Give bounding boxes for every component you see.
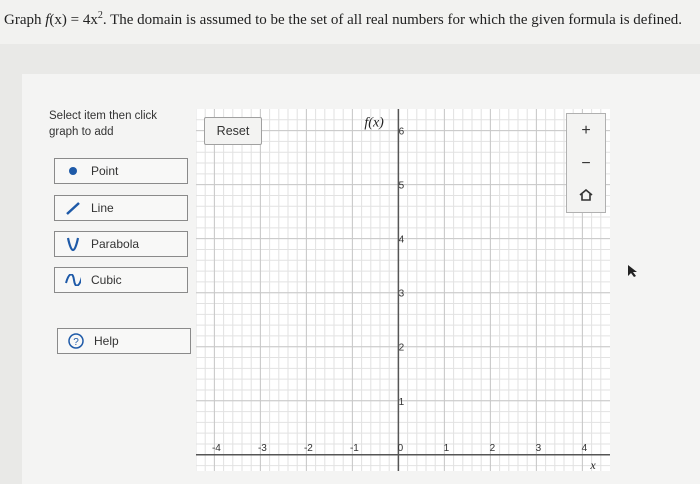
x-axis-label: x <box>589 458 596 471</box>
x-tick-label: -3 <box>258 443 267 454</box>
help-label: Help <box>94 334 119 348</box>
x-tick-label: 2 <box>490 443 496 454</box>
line-icon <box>65 200 81 216</box>
x-tick-label: 3 <box>536 443 542 454</box>
parabola-icon <box>65 236 81 252</box>
x-tick-label: -1 <box>350 443 359 454</box>
question-text: Graph f(x) = 4x2. The domain is assumed … <box>0 0 700 44</box>
parabola-tool-button[interactable]: Parabola <box>54 231 188 257</box>
y-tick-label: 1 <box>399 397 405 408</box>
tool-instructions: Select item then click graph to add <box>49 110 158 138</box>
x-tick-label: 4 <box>582 443 588 454</box>
line-tool-label: Line <box>91 201 114 215</box>
y-axis-label: f(x) <box>364 116 384 131</box>
point-tool-label: Point <box>91 164 119 178</box>
help-icon: ? <box>68 333 84 349</box>
cubic-tool-button[interactable]: Cubic <box>54 267 188 293</box>
x-tick-label: 0 <box>398 443 404 454</box>
home-button[interactable] <box>567 180 605 213</box>
x-tick-label: 1 <box>444 443 450 454</box>
zoom-out-button[interactable]: − <box>567 147 605 180</box>
graph-canvas[interactable]: -4 -3 -2 -1 0 1 2 3 4 1 2 3 4 5 6 f(x) x <box>196 109 610 471</box>
point-tool-button[interactable]: Point <box>54 158 188 184</box>
y-tick-label: 5 <box>399 181 405 192</box>
cubic-tool-label: Cubic <box>91 273 122 287</box>
parabola-tool-label: Parabola <box>91 237 140 251</box>
zoom-in-button[interactable]: + <box>567 114 605 147</box>
y-tick-label: 2 <box>399 343 405 354</box>
x-tick-label: -2 <box>304 443 313 454</box>
help-button[interactable]: ? Help <box>57 328 191 354</box>
dot-icon <box>65 163 81 179</box>
line-tool-button[interactable]: Line <box>54 195 188 221</box>
cubic-icon <box>65 272 81 288</box>
x-tick-label: -4 <box>212 443 221 454</box>
home-icon <box>579 188 593 206</box>
y-tick-label: 6 <box>399 127 405 138</box>
svg-text:?: ? <box>73 337 79 348</box>
y-tick-label: 3 <box>399 289 405 300</box>
mouse-cursor-icon <box>627 264 639 283</box>
y-tick-label: 4 <box>399 235 405 246</box>
reset-button[interactable]: Reset <box>204 117 262 145</box>
zoom-controls: + − <box>566 113 606 213</box>
